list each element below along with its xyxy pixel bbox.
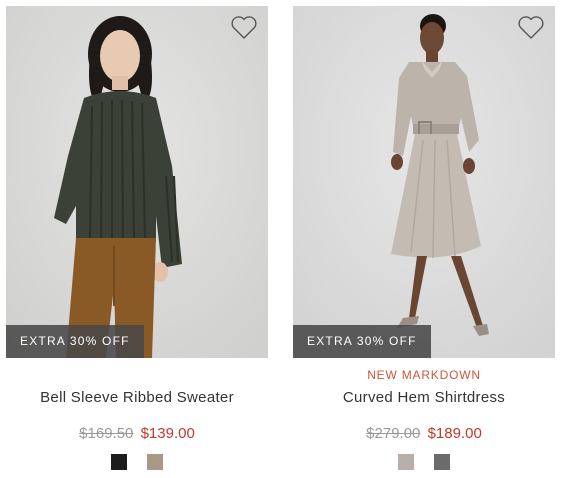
product-image[interactable]: EXTRA 30% OFF [293, 6, 555, 358]
sale-price: $189.00 [427, 425, 482, 442]
original-price: $169.50 [79, 425, 134, 442]
product-name[interactable]: Bell Sleeve Ribbed Sweater [6, 388, 268, 408]
color-swatch-grey[interactable] [434, 454, 450, 470]
sale-price: $139.00 [140, 425, 195, 442]
markdown-label: NEW MARKDOWN [367, 368, 481, 382]
heart-outline-icon [518, 16, 544, 39]
promo-badge: EXTRA 30% OFF [6, 325, 144, 358]
promo-badge: EXTRA 30% OFF [293, 325, 431, 358]
markdown-label [6, 368, 268, 386]
model-photo [293, 6, 555, 358]
wishlist-button[interactable] [230, 14, 258, 40]
product-name[interactable]: Curved Hem Shirtdress [293, 388, 555, 408]
wishlist-button[interactable] [517, 14, 545, 40]
product-card[interactable]: EXTRA 30% OFF NEW MARKDOWN Curved Hem Sh… [293, 6, 555, 470]
original-price: $279.00 [366, 425, 421, 442]
price: $169.50 $139.00 [6, 424, 268, 444]
product-card[interactable]: EXTRA 30% OFF Bell Sleeve Ribbed Sweater… [6, 6, 268, 470]
color-swatch-black[interactable] [111, 454, 127, 470]
color-swatch-stone[interactable] [398, 454, 414, 470]
color-swatches [6, 454, 268, 470]
heart-outline-icon [231, 16, 257, 39]
price: $279.00 $189.00 [293, 424, 555, 444]
color-swatches [293, 454, 555, 470]
product-image[interactable]: EXTRA 30% OFF [6, 6, 268, 358]
color-swatch-taupe[interactable] [147, 454, 163, 470]
model-photo [6, 6, 268, 358]
